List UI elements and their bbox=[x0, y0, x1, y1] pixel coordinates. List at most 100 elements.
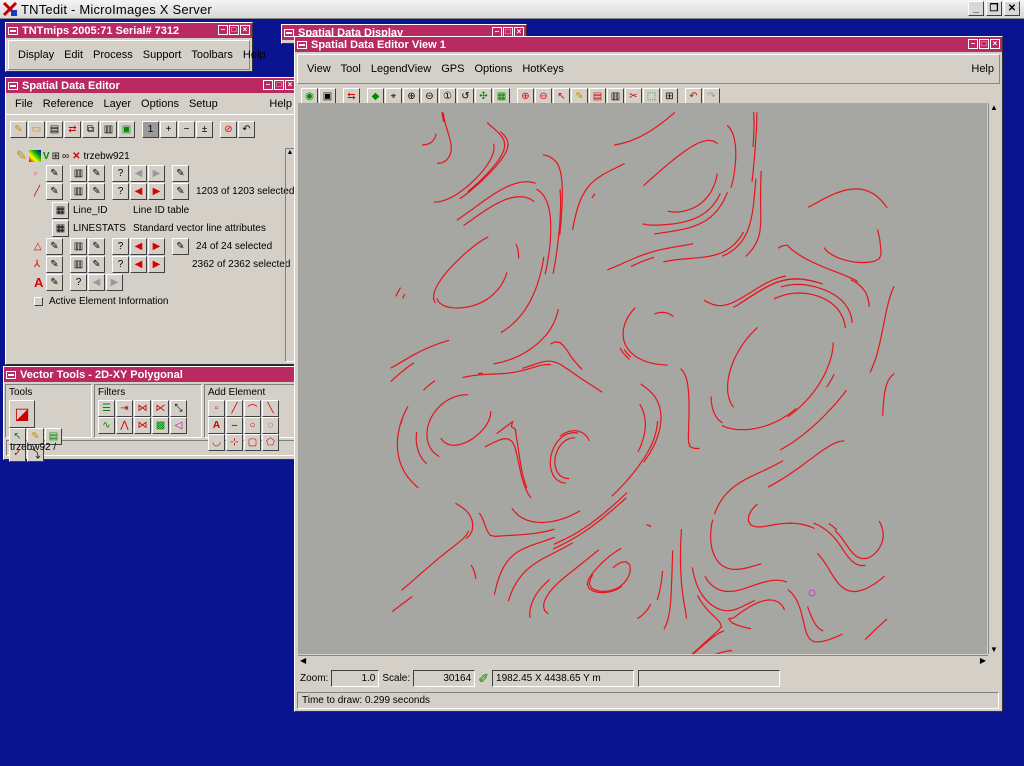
copy-icon[interactable]: ⧉ bbox=[82, 121, 99, 138]
menu-process[interactable]: Process bbox=[88, 49, 138, 61]
undo-select-icon[interactable]: ↶ bbox=[238, 121, 255, 138]
query-icon[interactable]: ? bbox=[112, 165, 129, 182]
query-icon[interactable]: ? bbox=[112, 256, 129, 273]
menu-file[interactable]: File bbox=[10, 98, 38, 110]
add-ellipse-icon[interactable]: ◌ bbox=[262, 417, 279, 434]
maximize-icon[interactable]: □ bbox=[979, 39, 989, 49]
query-icon[interactable]: ? bbox=[70, 274, 87, 291]
next-icon[interactable]: ▶ bbox=[106, 274, 123, 291]
menu-help[interactable]: Help bbox=[238, 49, 271, 61]
menu-reference[interactable]: Reference bbox=[38, 98, 99, 110]
layers-icon[interactable]: ▥ bbox=[100, 121, 117, 138]
table-icon[interactable]: ▥ bbox=[70, 183, 87, 200]
prev-icon[interactable]: ◀ bbox=[88, 274, 105, 291]
edit-table-icon[interactable]: ✎ bbox=[88, 183, 105, 200]
minimize-icon[interactable]: – bbox=[968, 39, 978, 49]
pen-icon[interactable]: ✎ bbox=[46, 274, 63, 291]
table-icon[interactable]: ▥ bbox=[70, 256, 87, 273]
scroll-left-icon[interactable]: ◀ bbox=[300, 656, 306, 665]
table-icon[interactable]: ▦ bbox=[52, 202, 69, 219]
menu-help[interactable]: Help bbox=[966, 63, 999, 75]
filter-smooth-icon[interactable]: ⋀ bbox=[116, 417, 133, 434]
scroll-up-icon[interactable]: ▲ bbox=[989, 103, 999, 112]
map-canvas[interactable] bbox=[298, 103, 987, 654]
minimize-icon[interactable]: – bbox=[218, 25, 228, 35]
query-icon[interactable]: ? bbox=[112, 238, 129, 255]
prev-icon[interactable]: ◀ bbox=[130, 238, 147, 255]
edit-layer-icon[interactable]: ✎ bbox=[16, 148, 27, 164]
edit-tool-icon[interactable]: ◪ bbox=[9, 400, 35, 428]
edit-table-icon[interactable]: ✎ bbox=[88, 256, 105, 273]
layer-row[interactable]: ✎ V ⊞ ∞ ✕ trzebw921 bbox=[16, 148, 130, 164]
menu-tool[interactable]: Tool bbox=[336, 63, 366, 75]
open-icon[interactable]: ▭ bbox=[28, 121, 45, 138]
window-menu-icon[interactable] bbox=[284, 28, 294, 37]
filter-spline-icon[interactable]: ∿ bbox=[98, 417, 115, 434]
menu-hotkeys[interactable]: HotKeys bbox=[517, 63, 569, 75]
filter-clean-icon[interactable]: ▩ bbox=[152, 417, 169, 434]
add-poly-icon[interactable]: ⬠ bbox=[262, 434, 279, 451]
edit-table-icon[interactable]: ✎ bbox=[88, 238, 105, 255]
edit-table-icon[interactable]: ✎ bbox=[88, 165, 105, 182]
editor-titlebar[interactable]: Spatial Data Editor – □ × bbox=[6, 78, 297, 93]
contour-map[interactable] bbox=[298, 103, 987, 654]
add-more-icon[interactable]: – bbox=[226, 417, 243, 434]
coordinate-icon[interactable]: ✐ bbox=[478, 671, 489, 687]
restore-icon[interactable]: ❐ bbox=[986, 1, 1002, 16]
next-icon[interactable]: ▶ bbox=[148, 238, 165, 255]
filter-dangle-icon[interactable]: ⋉ bbox=[152, 400, 169, 417]
filter-extend-icon[interactable]: ⇥ bbox=[116, 400, 133, 417]
add-point-icon[interactable]: ▫ bbox=[208, 400, 225, 417]
select-all-icon[interactable]: ✎ bbox=[172, 238, 189, 255]
filter-merge-icon[interactable]: ⋈ bbox=[134, 417, 151, 434]
table-icon[interactable]: ▦ bbox=[52, 220, 69, 237]
filter-thin-icon[interactable]: ⤡ bbox=[170, 400, 187, 417]
add-node-icon[interactable]: ⊹ bbox=[226, 434, 243, 451]
next-icon[interactable]: ▶ bbox=[148, 256, 165, 273]
select-one-icon[interactable]: 1 bbox=[142, 121, 159, 138]
add-arc-icon[interactable]: ⌒ bbox=[244, 400, 261, 417]
vector-tools-titlebar[interactable]: Vector Tools - 2D-XY Polygonal bbox=[4, 367, 297, 382]
add-select-icon[interactable]: + bbox=[160, 121, 177, 138]
query-icon[interactable]: ? bbox=[112, 183, 129, 200]
close-icon[interactable]: × bbox=[990, 39, 1000, 49]
prev-icon[interactable]: ◀ bbox=[130, 256, 147, 273]
view-titlebar[interactable]: Spatial Data Editor View 1 – □ × bbox=[295, 37, 1002, 52]
add-circle-icon[interactable]: ○ bbox=[244, 417, 261, 434]
menu-setup[interactable]: Setup bbox=[184, 98, 223, 110]
zoom-field[interactable]: 1.0 bbox=[331, 670, 380, 687]
close-icon[interactable]: × bbox=[240, 25, 250, 35]
remove-select-icon[interactable]: − bbox=[178, 121, 195, 138]
window-menu-icon[interactable] bbox=[8, 26, 18, 35]
menu-options[interactable]: Options bbox=[136, 98, 184, 110]
tntmips-titlebar[interactable]: TNTmips 2005:71 Serial# 7312 – □ × bbox=[6, 23, 252, 38]
minimize-icon[interactable]: _ bbox=[968, 1, 984, 16]
pencil-icon[interactable]: ✎ bbox=[10, 121, 27, 138]
add-line-icon[interactable]: ╱ bbox=[226, 400, 243, 417]
pen-icon[interactable]: ✎ bbox=[46, 238, 63, 255]
select-all-icon[interactable]: ✎ bbox=[172, 183, 189, 200]
filter-cut-icon[interactable]: ◁ bbox=[170, 417, 187, 434]
no-select-icon[interactable]: ⊘ bbox=[220, 121, 237, 138]
add-polyline-icon[interactable]: ╲ bbox=[262, 400, 279, 417]
menu-legendview[interactable]: LegendView bbox=[366, 63, 436, 75]
minimize-icon[interactable]: – bbox=[263, 80, 273, 90]
add-label-icon[interactable]: A bbox=[208, 417, 225, 434]
menu-gps[interactable]: GPS bbox=[436, 63, 469, 75]
reference-icon[interactable]: ⇄ bbox=[64, 121, 81, 138]
menu-help[interactable]: Help bbox=[264, 98, 297, 110]
menu-display[interactable]: Display bbox=[13, 49, 59, 61]
toggle-select-icon[interactable]: ± bbox=[196, 121, 213, 138]
prev-icon[interactable]: ◀ bbox=[130, 183, 147, 200]
window-menu-icon[interactable] bbox=[8, 81, 18, 90]
prev-icon[interactable]: ◀ bbox=[130, 165, 147, 182]
horizontal-scrollbar[interactable]: ◀ ▶ bbox=[298, 655, 988, 667]
window-menu-icon[interactable] bbox=[297, 40, 307, 49]
close-icon[interactable]: ✕ bbox=[1004, 1, 1020, 16]
table-icon[interactable]: ▥ bbox=[70, 165, 87, 182]
menu-layer[interactable]: Layer bbox=[99, 98, 137, 110]
menu-edit[interactable]: Edit bbox=[59, 49, 88, 61]
pen-icon[interactable]: ✎ bbox=[46, 183, 63, 200]
maximize-icon[interactable]: □ bbox=[274, 80, 284, 90]
remove-layer-icon[interactable]: ✕ bbox=[72, 151, 80, 162]
